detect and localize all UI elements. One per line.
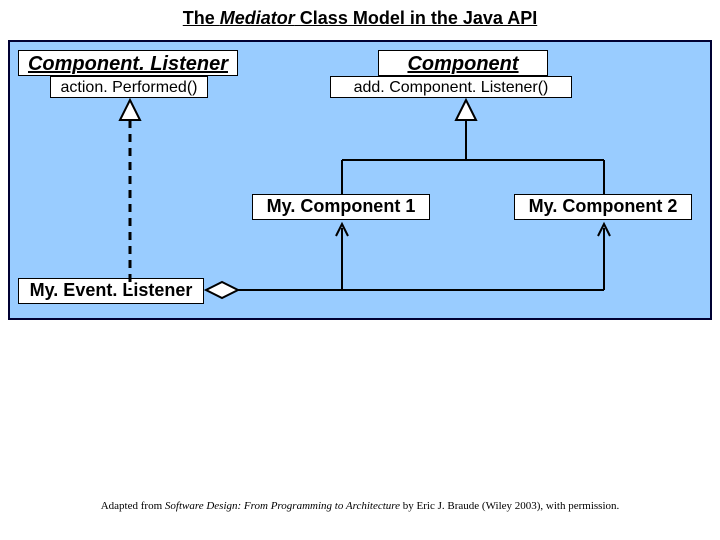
class-component-listener-name: Component. Listener <box>28 53 228 75</box>
class-my-component-1: My. Component 1 <box>252 194 430 220</box>
aggregation-diamond-icon <box>206 282 238 298</box>
title-post: Class Model in the Java API <box>295 8 537 28</box>
class-my-component-1-name: My. Component 1 <box>267 196 416 216</box>
footer-attribution: Adapted from Software Design: From Progr… <box>0 500 720 512</box>
footer-post: by Eric J. Braude (Wiley 2003), with per… <box>400 500 619 512</box>
diagram-title: The Mediator Class Model in the Java API <box>0 0 720 29</box>
class-component-name: Component <box>407 53 518 75</box>
method-action-performed: action. Performed() <box>50 76 208 98</box>
footer-pre: Adapted from <box>101 500 165 512</box>
title-mediator: Mediator <box>220 8 295 28</box>
class-component: Component <box>378 50 548 76</box>
title-pre: The <box>183 8 220 28</box>
triangle-generalize-icon <box>456 100 476 120</box>
footer-book: Software Design: From Programming to Arc… <box>165 500 400 512</box>
arrow-mc2-icon <box>598 224 610 236</box>
class-component-listener: Component. Listener <box>18 50 238 76</box>
method-add-component-listener: add. Component. Listener() <box>330 76 572 98</box>
class-my-component-2: My. Component 2 <box>514 194 692 220</box>
triangle-realize-icon <box>120 100 140 120</box>
class-my-event-listener: My. Event. Listener <box>18 278 204 304</box>
diagram-canvas: Component. Listener action. Performed() … <box>8 40 712 320</box>
method-action-performed-text: action. Performed() <box>61 79 198 96</box>
arrow-mc1-icon <box>336 224 348 236</box>
class-my-event-listener-name: My. Event. Listener <box>30 280 193 300</box>
method-add-component-listener-text: add. Component. Listener() <box>354 79 549 96</box>
class-my-component-2-name: My. Component 2 <box>529 196 678 216</box>
